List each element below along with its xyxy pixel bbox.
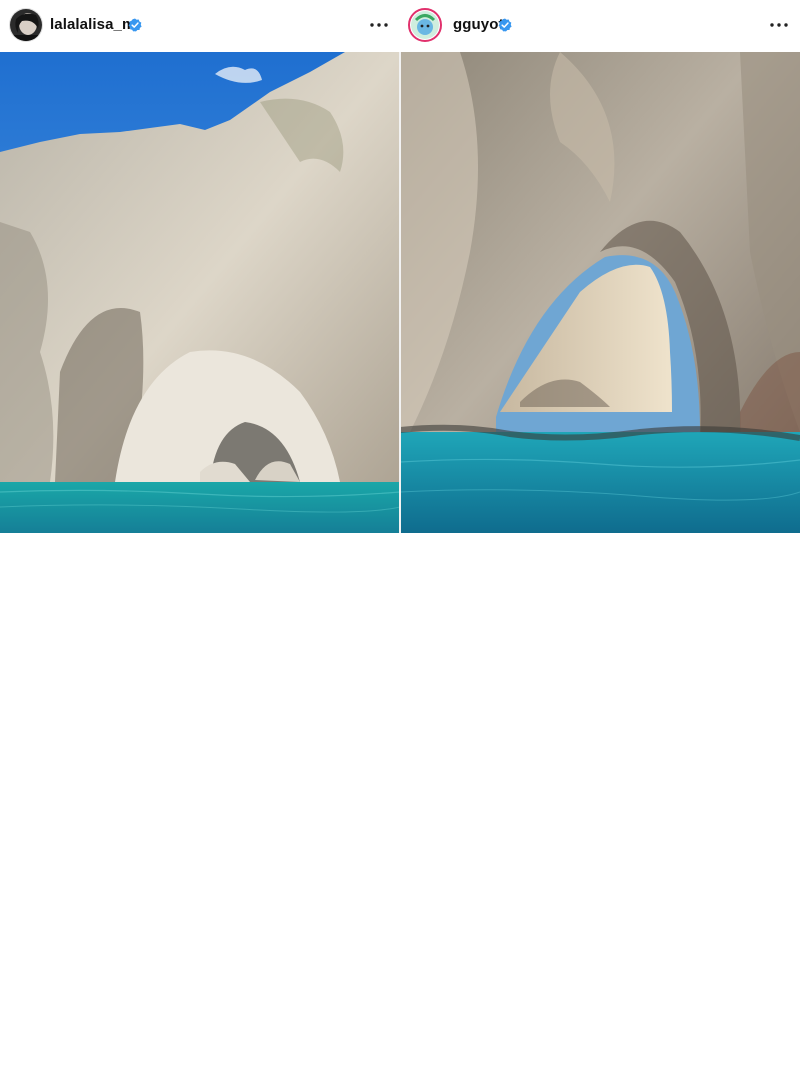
post-right: gguyot xyxy=(0,8,800,1066)
username[interactable]: lalalalisa_m xyxy=(50,16,135,33)
verified-badge-icon xyxy=(128,18,142,32)
post-left: lalalalisa_m xyxy=(0,0,400,533)
post-divider xyxy=(399,52,401,533)
more-options-icon[interactable] xyxy=(367,14,391,36)
feed-compare: lalalalisa_m gguyot xyxy=(0,0,800,1066)
post-photo[interactable] xyxy=(0,52,400,533)
avatar[interactable] xyxy=(9,8,43,42)
